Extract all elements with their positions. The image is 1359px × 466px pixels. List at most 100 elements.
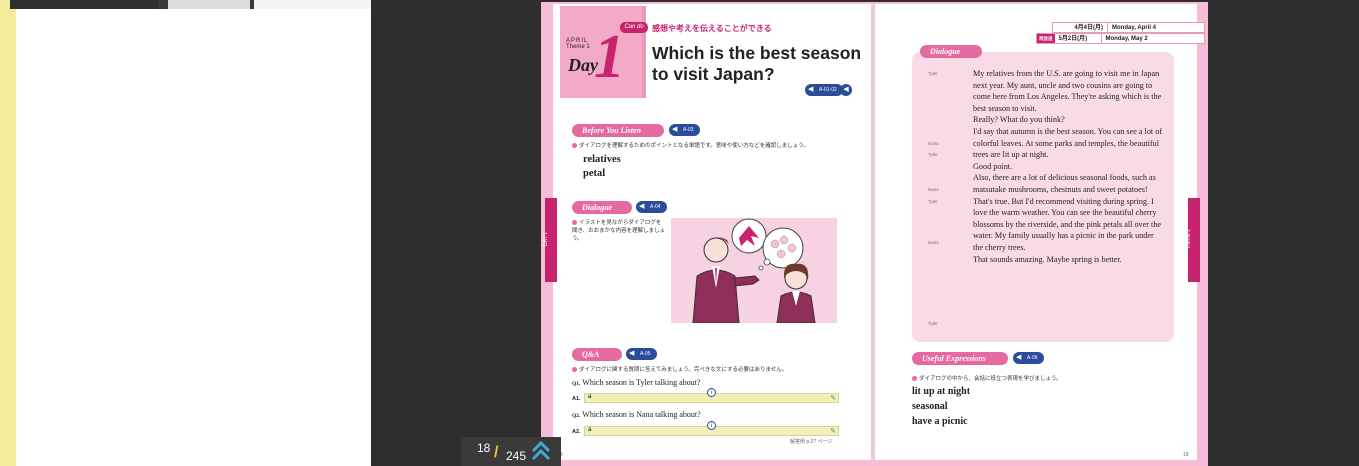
audio-track-label: A-03 [683,127,694,133]
title-audio-badge[interactable]: ◀ A-01-02 [805,84,843,96]
question-1: Q1. Which season is Tyler talking about? [572,378,700,387]
speaker-icon: ◀ [808,86,814,93]
day-number: 1 [594,23,625,91]
speaker-icon[interactable]: ◀ [840,84,852,96]
question-text: Which season is Tyler talking about? [582,378,701,387]
bullet-icon [572,220,577,226]
bullet-icon [912,376,917,382]
note-text: ダイアログの中から、会話に役立つ表現を学びましょう。 [919,376,1062,382]
audio-badge[interactable]: ◀ A-04 [636,201,667,213]
note-text: イラストを見ながらダイアログを聞き、おおまかな内容を理解しましょう。 [572,220,666,242]
can-do-text: 感想や考えを伝えることができる [652,24,772,33]
side-tab-label: Theme 1 [1185,229,1192,249]
rebroadcast-badge: 再放送 [1037,34,1055,43]
vocab-item: relatives [583,154,621,165]
pencil-icon: ✎ [830,395,836,402]
audio-badge[interactable]: ◀ A-03 [669,124,700,136]
expression-item: lit up at night [912,386,971,397]
question-2: Q2. Which season is Nana talking about? [572,410,701,419]
audio-track-label: A-05 [640,351,651,357]
page-title: Which is the best season to visit Japan? [652,43,862,84]
app-window: APRIL Theme 1 Day 1 Can do 感想や考えを伝えることがで… [0,0,1359,466]
speaker-icon: ◀ [639,203,645,210]
answer-label: A2. [572,429,581,435]
total-pages: 245 [506,449,527,463]
date-en: Monday, May 2 [1100,34,1152,43]
speaker-icon: ◀ [629,350,635,357]
speaker-name: Nana [928,187,939,192]
question-label: Q1. [572,381,581,387]
audio-badge[interactable]: ◀ A-05 [626,348,657,360]
before-you-listen-note: ダイアログを理解するためのポイントとなる単語です。意味や使い方などを確認しましょ… [572,141,822,149]
side-tab-right: Theme 1 [1185,198,1200,282]
left-toolbar [10,0,372,9]
question-text: Which season is Nana talking about? [582,410,701,419]
speaker-name: Nana [928,141,939,146]
date-row-1: 4月4日(月) Monday, April 4 [1052,22,1205,33]
dialogue-line: That's true. But I'd recommend visiting … [973,196,1162,252]
expression-item: have a picnic [912,416,968,427]
answer-label: A1. [572,396,581,402]
expression-item: seasonal [912,401,948,412]
info-icon[interactable]: i [707,388,716,397]
speaker-name: Nana [928,240,939,245]
speaker-icon: ◀ [1016,354,1022,361]
bullet-icon [572,367,577,373]
month-label: APRIL Theme 1 [566,38,590,50]
vocab-list: relatives petal [583,153,621,181]
answer-text: a [588,394,592,400]
useful-expressions-note: ダイアログの中から、会話に役立つ表現を学びましょう。 [912,374,1152,382]
dialogue-heading-right: Dialogue [920,45,982,58]
date-jp: 4月4日(月) [1074,25,1103,31]
dialogue-line: Really? What do you think? [973,115,1065,125]
answer-reference: 解答例 p.27 ページ [790,439,833,445]
audio-track-label: A-04 [650,204,661,210]
scroll-to-top-icon[interactable] [531,440,551,462]
speaker-name: Tyler [928,152,938,157]
before-you-listen-heading: Before You Listen [572,124,664,137]
date-row-2: 再放送 5月2日(月) Monday, May 2 [1036,33,1205,44]
theme-text: Theme 1 [566,44,590,50]
audio-track-label: A-01-02 [819,87,837,93]
question-label: Q2. [572,413,581,419]
left-accent-strip [0,0,16,466]
dialogue-line: That sounds amazing. Maybe spring is bet… [973,254,1122,264]
dialogue-line: My relatives from the U.S. are going to … [973,69,1162,113]
dialogue-heading-left: Dialogue [572,201,632,214]
qa-heading: Q&A [572,348,622,361]
note-text: ダイアログに関する質問に答えてみましょう。完ぺきな文にする必要はありません。 [579,367,788,373]
answer-text: a [588,427,592,433]
page-separator: / [494,444,499,461]
dialogue-line: I'd say that autumn is the best season. … [973,126,1163,160]
dialogue-line: Good point. [973,161,1013,171]
audio-badge[interactable]: ◀ A-06 [1013,352,1044,364]
dialogue-line: Also, there are a lot of delicious seaso… [973,173,1156,194]
toolbar-segment[interactable] [254,0,372,9]
useful-expressions-heading: Useful Expressions [912,352,1008,365]
toolbar-segment[interactable] [10,0,158,9]
toolbar-segment[interactable] [168,0,250,9]
dialogue-illustration [671,218,837,323]
left-panel [16,0,371,466]
side-tab-label: DAY 1 [543,232,549,246]
dialogue-note: イラストを見ながらダイアログを聞き、おおまかな内容を理解しましょう。 [572,219,666,243]
qa-note: ダイアログに関する質問に答えてみましょう。完ぺきな文にする必要はありません。 [572,365,832,373]
dialogue-text: My relatives from the U.S. are going to … [973,68,1163,265]
current-page: 18 [477,441,491,455]
date-jp: 5月2日(月) [1058,36,1088,42]
info-icon[interactable]: i [707,421,716,430]
side-tab-left: DAY 1 [543,198,557,282]
speaker-icon: ◀ [672,126,678,133]
page-counter: 18 / 245 [461,437,561,466]
note-text: ダイアログを理解するためのポイントとなる単語です。意味や使い方などを確認しましょ… [579,143,809,149]
vocab-item: petal [583,168,606,179]
useful-expressions-list: lit up at night seasonal have a picnic [912,384,970,429]
speaker-name: Tyler [928,199,938,204]
two-students-illustration [671,218,837,323]
audio-track-label: A-06 [1027,355,1038,361]
speaker-name: Tyler [928,71,938,76]
speaker-name: Tyler [928,321,938,326]
date-en: Monday, April 4 [1107,23,1160,32]
pencil-icon: ✎ [830,428,836,435]
page-number-right: 19 [1183,452,1189,458]
